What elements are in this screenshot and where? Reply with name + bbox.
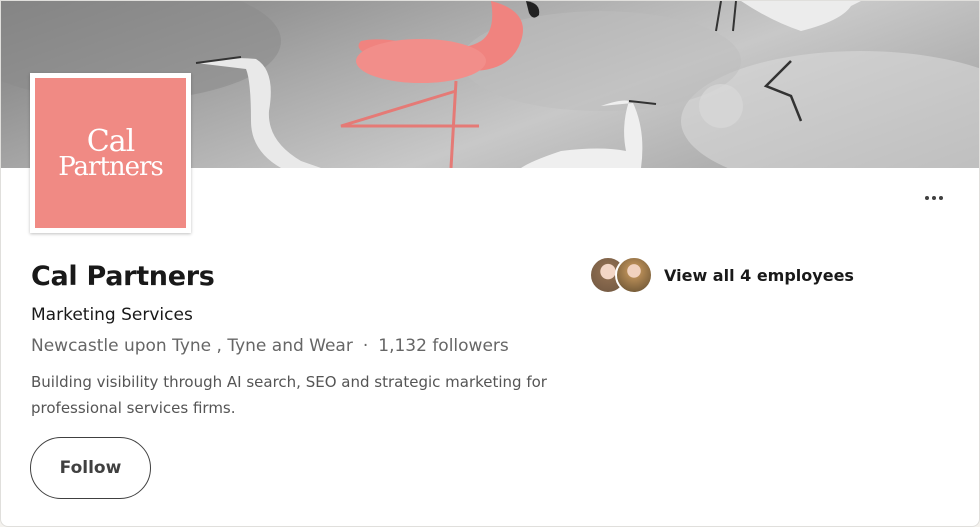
logo-line-2: Partners <box>58 151 164 182</box>
company-logo[interactable]: Cal Partners <box>30 73 191 233</box>
company-card: Cal Partners Cal Partners Marketing Serv… <box>0 0 980 527</box>
ellipsis-icon <box>939 196 943 200</box>
meta-separator: · <box>362 336 369 356</box>
company-meta: Newcastle upon Tyne , Tyne and Wear · 1,13… <box>31 336 509 356</box>
logo-mark: Cal Partners <box>35 78 186 228</box>
company-name: Cal Partners <box>31 261 215 292</box>
employee-avatars <box>589 256 655 294</box>
ellipsis-icon <box>925 196 929 200</box>
ellipsis-icon <box>932 196 936 200</box>
avatar <box>615 256 653 294</box>
follow-button[interactable]: Follow <box>30 437 151 499</box>
more-options-button[interactable] <box>917 185 951 211</box>
followers-count[interactable]: 1,132 followers <box>378 336 509 356</box>
company-industry: Marketing Services <box>31 305 193 325</box>
view-employees-label: View all 4 employees <box>664 265 854 285</box>
company-location: Newcastle upon Tyne , Tyne and Wear <box>31 336 353 356</box>
company-tagline: Building visibility through AI search, S… <box>31 373 547 417</box>
view-employees-link[interactable]: View all 4 employees <box>589 256 854 294</box>
